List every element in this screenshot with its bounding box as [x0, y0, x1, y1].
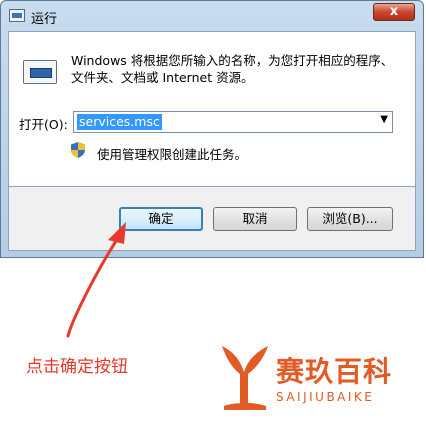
watermark-subtitle: SAIJIUBAIKE [276, 390, 375, 404]
annotation-text: 点击确定按钮 [26, 357, 128, 377]
whale-tail-logo-icon [222, 346, 268, 410]
watermark-title: 赛玖百科 [276, 355, 393, 388]
